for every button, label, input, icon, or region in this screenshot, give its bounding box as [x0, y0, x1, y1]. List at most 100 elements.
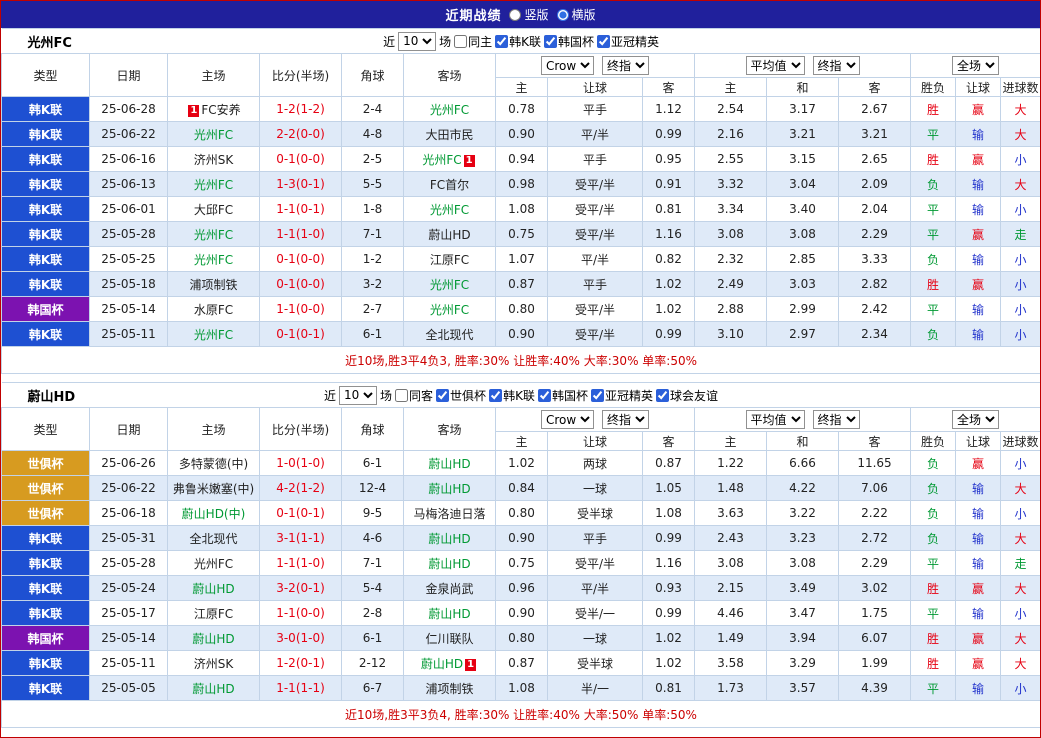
euro-draw-odds: 4.22 [767, 476, 839, 501]
result-cell: 胜 [911, 147, 956, 172]
league-filter-0[interactable]: 世俱杯 [436, 387, 486, 404]
asian-home-odds: 0.87 [496, 651, 548, 676]
corner-cell: 4-6 [342, 526, 404, 551]
asian-away-odds: 1.02 [643, 651, 695, 676]
away-team-cell: 蔚山HD [404, 476, 496, 501]
team-name: 光州FC [194, 178, 233, 192]
euro-time-select[interactable]: 终指 [813, 410, 860, 429]
home-team-cell: 江原FC [168, 601, 260, 626]
euro-away-odds: 2.22 [839, 501, 911, 526]
scope-select[interactable]: 全场 [952, 410, 999, 429]
match-row: 韩K联25-05-11济州SK1-2(0-1)2-12蔚山HD10.87受半球1… [2, 651, 1041, 676]
corner-cell: 1-2 [342, 247, 404, 272]
euro-home-odds: 1.22 [695, 451, 767, 476]
same-venue-filter[interactable]: 同主 [454, 33, 492, 50]
asian-handicap: 受平/半 [548, 297, 643, 322]
asian-home-odds: 0.98 [496, 172, 548, 197]
horizontal-layout-radio[interactable] [557, 9, 569, 21]
match-date: 25-06-13 [90, 172, 168, 197]
away-team-cell: 大田市民 [404, 122, 496, 147]
league-filter-2-checkbox[interactable] [538, 389, 551, 402]
same-venue-filter-checkbox[interactable] [454, 35, 467, 48]
games-count-select[interactable]: 10 [339, 386, 377, 405]
euro-away-odds: 3.21 [839, 122, 911, 147]
euro-draw-odds: 3.03 [767, 272, 839, 297]
same-venue-filter-checkbox[interactable] [395, 389, 408, 402]
score-cell: 0-1(0-0) [260, 247, 342, 272]
away-team-cell: FC首尔 [404, 172, 496, 197]
league-badge: 世俱杯 [2, 501, 90, 526]
league-filter-3[interactable]: 亚冠精英 [591, 387, 653, 404]
euro-home-odds: 1.48 [695, 476, 767, 501]
goals-result-cell: 大 [1001, 626, 1041, 651]
away-team-cell: 蔚山HD1 [404, 651, 496, 676]
euro-away-odds: 2.04 [839, 197, 911, 222]
goals-result-cell: 大 [1001, 172, 1041, 197]
match-date: 25-05-05 [90, 676, 168, 701]
league-badge: 韩K联 [2, 551, 90, 576]
league-filter-1-checkbox[interactable] [489, 389, 502, 402]
euro-draw-odds: 2.85 [767, 247, 839, 272]
league-filter-2-checkbox[interactable] [597, 35, 610, 48]
euro-home-odds: 2.88 [695, 297, 767, 322]
result-cell: 负 [911, 501, 956, 526]
euro-time-select[interactable]: 终指 [813, 56, 860, 75]
asian-time-select[interactable]: 终指 [602, 410, 649, 429]
league-filter-1-checkbox[interactable] [544, 35, 557, 48]
away-team-cell: 金泉尚武 [404, 576, 496, 601]
layout-option-horizontal[interactable]: 横版 [557, 6, 596, 23]
asian-company-select[interactable]: Crow [541, 410, 594, 429]
corner-cell: 6-1 [342, 626, 404, 651]
home-team-cell: 浦项制铁 [168, 272, 260, 297]
scope-select[interactable]: 全场 [952, 56, 999, 75]
result-cell: 平 [911, 297, 956, 322]
match-date: 25-05-28 [90, 551, 168, 576]
league-badge: 韩国杯 [2, 297, 90, 322]
euro-company-select[interactable]: 平均值 [746, 410, 805, 429]
league-filter-0-checkbox[interactable] [495, 35, 508, 48]
league-filter-1[interactable]: 韩国杯 [544, 33, 594, 50]
asian-home-odds: 1.08 [496, 676, 548, 701]
league-filter-1[interactable]: 韩K联 [489, 387, 535, 404]
same-venue-filter[interactable]: 同客 [395, 387, 433, 404]
match-row: 韩K联25-06-01大邱FC1-1(0-1)1-8光州FC1.08受平/半0.… [2, 197, 1041, 222]
asian-company-select[interactable]: Crow [541, 56, 594, 75]
layout-option-vertical[interactable]: 竖版 [509, 6, 548, 23]
vertical-layout-radio[interactable] [509, 9, 521, 21]
asian-away-odds: 0.99 [643, 601, 695, 626]
score-cell: 1-3(0-1) [260, 172, 342, 197]
team-name: 大田市民 [425, 128, 473, 142]
league-filter-4-checkbox[interactable] [656, 389, 669, 402]
away-team-cell: 浦项制铁 [404, 676, 496, 701]
team-name: 光州FC [430, 103, 469, 117]
league-filter-0-checkbox[interactable] [436, 389, 449, 402]
league-filter-3-label: 亚冠精英 [605, 387, 653, 404]
asian-home-odds: 0.90 [496, 526, 548, 551]
handicap-result-cell: 输 [956, 676, 1001, 701]
corner-cell: 6-1 [342, 322, 404, 347]
league-filter-2[interactable]: 韩国杯 [538, 387, 588, 404]
result-cell: 平 [911, 676, 956, 701]
summary-row: 近10场,胜3平4负3, 胜率:30% 让胜率:40% 大率:30% 单率:50… [2, 347, 1041, 374]
euro-away-odds: 3.33 [839, 247, 911, 272]
handicap-result-cell: 输 [956, 601, 1001, 626]
result-cell: 胜 [911, 272, 956, 297]
match-row: 世俱杯25-06-18蔚山HD(中)0-1(0-1)9-5马梅洛迪日落0.80受… [2, 501, 1041, 526]
games-count-select[interactable]: 10 [398, 32, 436, 51]
home-team-cell: 弗鲁米嫩塞(中) [168, 476, 260, 501]
euro-company-select[interactable]: 平均值 [746, 56, 805, 75]
euro-away-odds: 2.72 [839, 526, 911, 551]
away-team-cell: 马梅洛迪日落 [404, 501, 496, 526]
league-filter-0[interactable]: 韩K联 [495, 33, 541, 50]
league-filter-2[interactable]: 亚冠精英 [597, 33, 659, 50]
asian-time-select[interactable]: 终指 [602, 56, 649, 75]
league-filter-3-checkbox[interactable] [591, 389, 604, 402]
euro-home-odds: 1.73 [695, 676, 767, 701]
score-cell: 0-1(0-1) [260, 501, 342, 526]
euro-draw-odds: 3.08 [767, 551, 839, 576]
team-name: 光州FC [194, 228, 233, 242]
col-header-result: 胜负 [911, 78, 956, 97]
team-name: 光州FC [194, 557, 233, 571]
league-filter-4[interactable]: 球会友谊 [656, 387, 718, 404]
handicap-result-cell: 赢 [956, 147, 1001, 172]
